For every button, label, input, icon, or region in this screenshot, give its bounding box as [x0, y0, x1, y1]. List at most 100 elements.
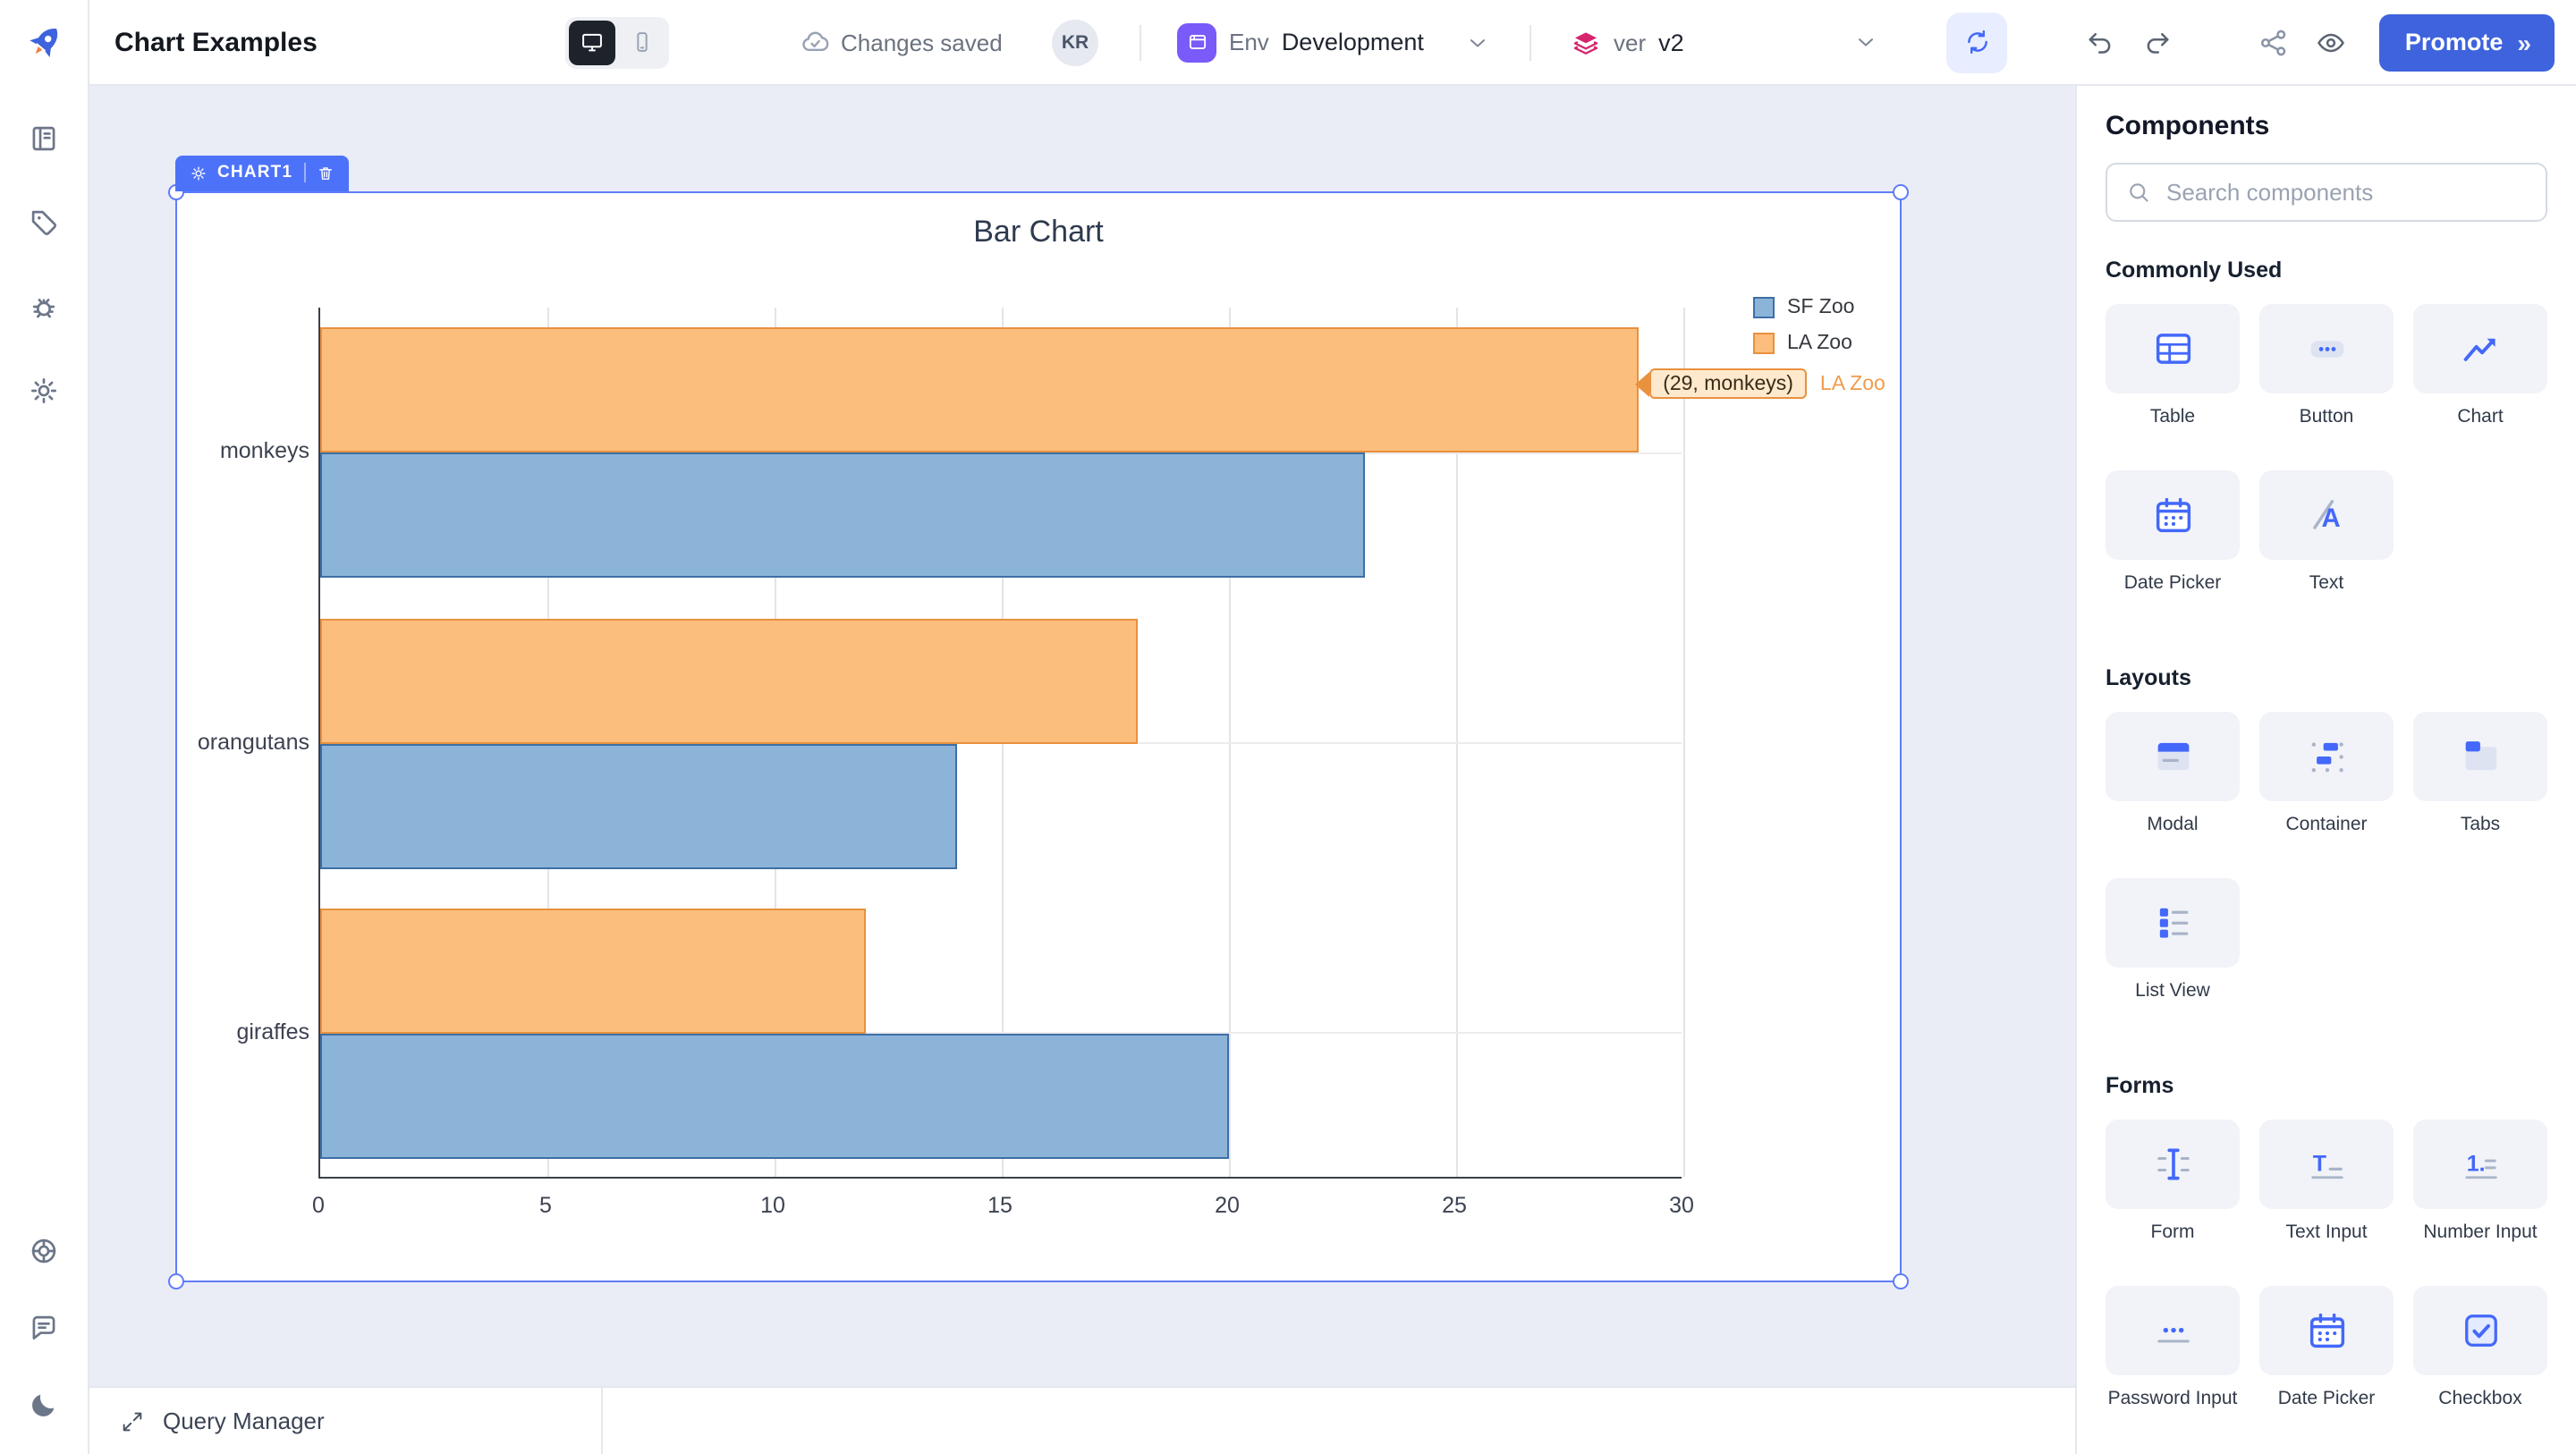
svg-text:T: T: [2312, 1152, 2326, 1177]
component-card-password-input[interactable]: Password Input: [2106, 1286, 2240, 1409]
sidebar-chat-button[interactable]: [12, 1295, 76, 1359]
chart-title: Bar Chart: [177, 215, 1900, 250]
chart-legend: SF Zoo LA Zoo: [1753, 290, 1854, 361]
bar-sf-zoo-monkeys[interactable]: [320, 452, 1365, 578]
support-icon: [27, 1233, 61, 1267]
pages-icon: [27, 121, 61, 155]
component-card-table[interactable]: Table: [2106, 304, 2240, 427]
resize-handle-top-right[interactable]: [1893, 184, 1909, 200]
component-card-chart[interactable]: Chart: [2413, 304, 2547, 427]
desktop-toggle[interactable]: [569, 20, 615, 64]
sidebar-theme-toggle-button[interactable]: [12, 1372, 76, 1436]
bar-sf-zoo-orangutans[interactable]: [320, 743, 956, 868]
legend-item-la-zoo[interactable]: LA Zoo: [1753, 325, 1854, 361]
x-tick-label: 30: [1646, 1193, 1717, 1218]
mobile-icon: [630, 30, 655, 55]
bar-la-zoo-giraffes[interactable]: [320, 909, 866, 1034]
search-components-input[interactable]: [2166, 179, 2528, 206]
tooltip-text: (29, monkeys): [1648, 368, 1808, 399]
chart-hover-tooltip: (29, monkeys) LA Zoo: [1634, 368, 1885, 399]
bar-la-zoo-monkeys[interactable]: [320, 327, 1638, 452]
component-label: Button: [2300, 406, 2354, 427]
search-icon: [2125, 179, 2152, 206]
component-card-button[interactable]: Button: [2259, 304, 2394, 427]
device-toggle[interactable]: [565, 16, 669, 68]
rocket-logo[interactable]: [0, 0, 89, 86]
mobile-toggle[interactable]: [619, 20, 665, 64]
legend-label: SF Zoo: [1787, 297, 1854, 318]
component-card-form[interactable]: Form: [2106, 1120, 2240, 1243]
component-card-text[interactable]: AText: [2259, 470, 2394, 594]
sidebar-debugger-button[interactable]: [12, 274, 76, 338]
environment-selector[interactable]: Env Development: [1177, 22, 1490, 62]
tabs-icon: [2413, 712, 2547, 801]
undo-icon[interactable]: [2084, 26, 2116, 58]
section-title: Commonly Used: [2106, 258, 2547, 283]
component-label: Table: [2150, 406, 2195, 427]
sidebar-settings-button[interactable]: [12, 358, 76, 422]
component-label: List View: [2135, 980, 2210, 1002]
checkbox-icon: [2413, 1286, 2547, 1375]
query-manager-toggle[interactable]: Query Manager: [89, 1388, 603, 1454]
components-panel-title: Components: [2106, 111, 2547, 141]
button-icon: [2259, 304, 2394, 393]
component-card-modal[interactable]: Modal: [2106, 712, 2240, 835]
save-status: Changes saved: [800, 27, 1003, 57]
component-card-list-view[interactable]: List View: [2106, 878, 2240, 1002]
passwordinput-icon: [2106, 1286, 2240, 1375]
gear-icon[interactable]: [189, 164, 207, 182]
header-divider: [1530, 24, 1531, 60]
settings-icon: [27, 373, 61, 407]
canvas-bottom-bar: Query Manager: [89, 1386, 2075, 1454]
redo-icon[interactable]: [2141, 26, 2174, 58]
tooltip-arrow-icon: [1634, 371, 1648, 396]
marketplace-icon: [27, 205, 61, 239]
sidebar-support-button[interactable]: [12, 1218, 76, 1282]
component-card-tabs[interactable]: Tabs: [2413, 712, 2547, 835]
environment-label: Env: [1229, 29, 1269, 55]
bar-la-zoo-orangutans[interactable]: [320, 618, 1138, 743]
section-title: Layouts: [2106, 665, 2547, 690]
avatar[interactable]: KR: [1052, 19, 1098, 65]
bar-sf-zoo-giraffes[interactable]: [320, 1034, 1229, 1159]
component-card-container[interactable]: Container: [2259, 712, 2394, 835]
trash-icon[interactable]: [316, 164, 334, 182]
numberinput-icon: 1.: [2413, 1120, 2547, 1209]
panel-sections: Commonly Used Table Button Chart Date Picker…: [2106, 258, 2547, 1409]
search-components-box[interactable]: [2106, 163, 2547, 222]
component-card-date-picker[interactable]: Date Picker: [2106, 470, 2240, 594]
refresh-button[interactable]: [1946, 12, 2007, 72]
component-card-checkbox[interactable]: Checkbox: [2413, 1286, 2547, 1409]
gridline: [1682, 308, 1684, 1177]
chevron-down-icon: [1465, 30, 1490, 55]
environment-value: Development: [1282, 29, 1424, 55]
promote-button[interactable]: Promote »: [2380, 13, 2555, 71]
resize-handle-bottom-left[interactable]: [168, 1273, 184, 1289]
legend-item-sf-zoo[interactable]: SF Zoo: [1753, 290, 1854, 325]
version-selector[interactable]: ver v2: [1571, 27, 1879, 57]
sidebar-pages-button[interactable]: [12, 106, 76, 170]
container-icon: [2259, 712, 2394, 801]
share-icon[interactable]: [2258, 26, 2290, 58]
listview-icon: [2106, 878, 2240, 968]
components-panel: Components Commonly Used Table Button Chart…: [2075, 86, 2576, 1454]
textinput-icon: T: [2259, 1120, 2394, 1209]
eye-icon[interactable]: [2315, 26, 2347, 58]
component-label: Form: [2151, 1222, 2195, 1243]
datepicker-icon: [2259, 1286, 2394, 1375]
canvas[interactable]: CHART1 Bar Chart SF Zoo LA Zoo (29, monke…: [89, 86, 2075, 1454]
component-card-text-input[interactable]: TText Input: [2259, 1120, 2394, 1243]
x-tick-label: 0: [283, 1193, 354, 1218]
tooltip-series-label: LA Zoo: [1820, 373, 1885, 394]
component-card-number-input[interactable]: 1.Number Input: [2413, 1120, 2547, 1243]
chart-widget[interactable]: CHART1 Bar Chart SF ZooLA Zoo (29, monke…: [175, 191, 1902, 1282]
y-category-label: giraffes: [181, 1019, 309, 1044]
component-card-date-picker[interactable]: Date Picker: [2259, 1286, 2394, 1409]
component-label: Tabs: [2461, 814, 2500, 835]
component-label: Password Input: [2108, 1388, 2238, 1409]
sidebar-marketplace-button[interactable]: [12, 190, 76, 254]
widget-tag: CHART1: [174, 155, 348, 190]
legend-label: LA Zoo: [1787, 333, 1852, 354]
resize-handle-bottom-right[interactable]: [1893, 1273, 1909, 1289]
x-tick-label: 25: [1419, 1193, 1490, 1218]
